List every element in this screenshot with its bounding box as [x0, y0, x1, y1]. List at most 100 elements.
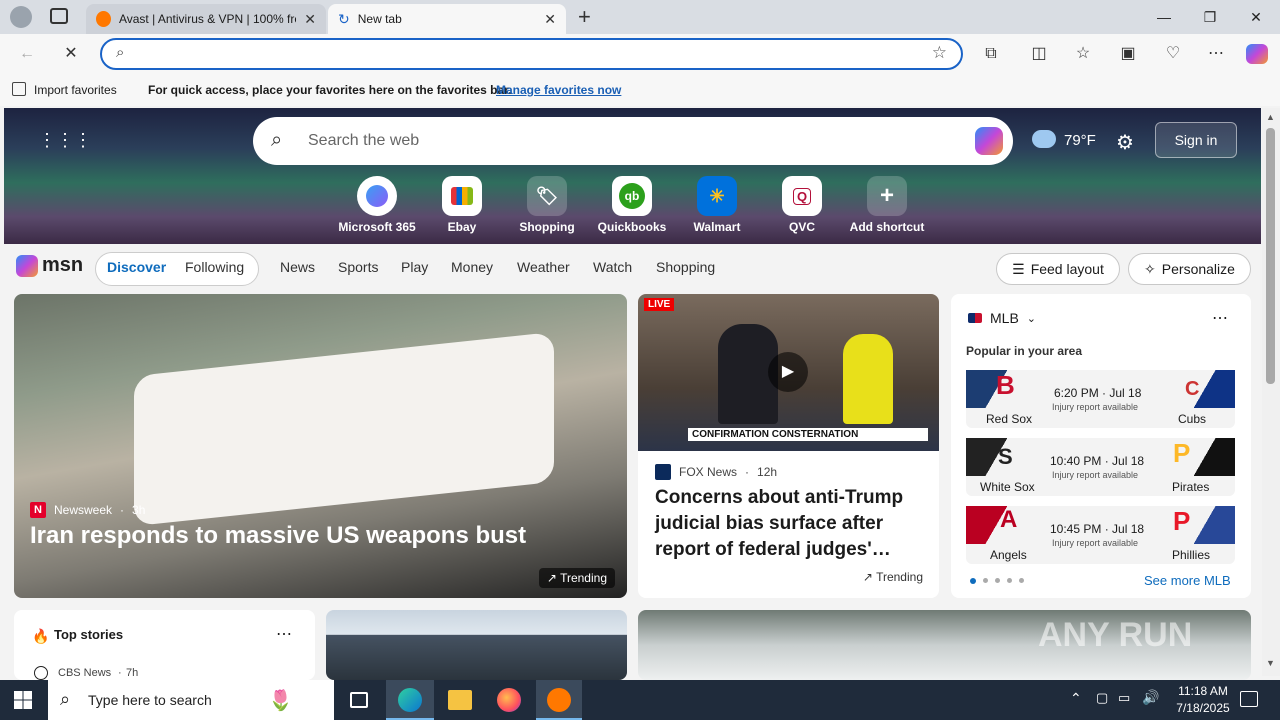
more-icon[interactable]: ⋯	[1203, 42, 1229, 66]
shortcut-qvc[interactable]: Q QVC	[762, 176, 842, 234]
source-age: 12h	[757, 465, 778, 479]
see-more-mlb-link[interactable]: See more MLB	[1144, 573, 1231, 588]
copilot-search-icon[interactable]	[975, 127, 1003, 155]
network-icon[interactable]: ▭	[1118, 690, 1130, 706]
angels-logo-icon: A	[966, 506, 1036, 544]
mlb-logo-icon	[968, 313, 982, 323]
shortcut-ebay[interactable]: Ebay	[422, 176, 502, 234]
close-tab-icon[interactable]: ✕	[544, 11, 556, 28]
task-view-icon[interactable]	[350, 692, 368, 708]
apps-grid-icon[interactable]: ⋮⋮⋮	[38, 131, 92, 151]
shortcut-shopping[interactable]: 🏷 Shopping	[507, 176, 587, 234]
web-search-box[interactable]: ⌕ Search the web	[253, 117, 1013, 165]
msn-logo[interactable]: msn	[16, 254, 83, 277]
source-name: CBS News	[58, 667, 112, 679]
notifications-icon[interactable]	[1240, 691, 1258, 707]
back-icon[interactable]: ←	[14, 42, 40, 66]
nav-sports[interactable]: Sports	[338, 259, 378, 275]
weather-temp[interactable]: 79°F	[1064, 132, 1096, 149]
taskbar-search[interactable]: ⌕ Type here to search 🌷	[48, 680, 334, 720]
collections-icon[interactable]: ▣	[1115, 42, 1141, 66]
game-row[interactable]: B Red Sox 6:20 PM · Jul 18 Injury report…	[966, 370, 1235, 428]
more-options-icon[interactable]: ⋯	[276, 624, 292, 644]
weather-icon[interactable]	[1032, 130, 1056, 148]
card-headline[interactable]: Iran responds to massive US weapons bust	[30, 522, 526, 550]
settings-icon[interactable]: ⚙	[1116, 130, 1134, 155]
feed-layout-button[interactable]: ☰ Feed layout	[996, 253, 1120, 285]
nav-watch[interactable]: Watch	[593, 259, 632, 275]
top-stories-card: 🔥 Top stories ⋯ CBS News · 7h	[14, 610, 315, 680]
scroll-thumb[interactable]	[1266, 128, 1275, 384]
edge-taskbar-icon[interactable]	[386, 680, 434, 720]
news-card-snow-image[interactable]: ANY RUN	[638, 610, 1251, 680]
close-tab-icon[interactable]: ✕	[304, 11, 316, 28]
profile-avatar[interactable]	[10, 6, 32, 28]
tab-new-tab[interactable]: ↻ New tab ✕	[328, 4, 566, 34]
extensions-icon[interactable]: ⧉	[978, 42, 1004, 66]
file-explorer-icon[interactable]	[448, 690, 472, 710]
source-name: Newsweek	[54, 503, 113, 517]
tray-chevron-icon[interactable]: ⌃	[1070, 690, 1082, 707]
restore-icon[interactable]: ❐	[1190, 6, 1230, 28]
firefox-icon[interactable]	[497, 688, 521, 712]
nav-weather[interactable]: Weather	[517, 259, 570, 275]
game-row[interactable]: A Angels 10:45 PM · Jul 18 Injury report…	[966, 506, 1235, 564]
qvc-icon: Q	[782, 176, 822, 216]
start-icon[interactable]	[14, 691, 32, 709]
scroll-up-icon[interactable]: ▲	[1266, 112, 1275, 122]
split-screen-icon[interactable]: ◫	[1026, 42, 1052, 66]
carousel-dots[interactable]	[970, 578, 1024, 584]
favorites-icon[interactable]: ☆	[1070, 42, 1096, 66]
phillies-logo-icon: P	[1165, 506, 1235, 544]
volume-icon[interactable]: 🔊	[1142, 689, 1159, 706]
manage-favorites-link[interactable]: Manage favorites now	[496, 83, 621, 97]
fox-news-card[interactable]: LIVE ▶ CONFIRMATION CONSTERNATION FOX Ne…	[638, 294, 939, 598]
cubs-logo-icon: C	[1165, 370, 1235, 408]
import-favorites-button[interactable]: Import favorites	[34, 83, 117, 97]
personalize-button[interactable]: ✧ Personalize	[1128, 253, 1251, 285]
stop-icon[interactable]: ✕	[58, 42, 84, 66]
feed-layout-label: Feed layout	[1030, 261, 1104, 277]
tab-discover[interactable]: Discover	[107, 259, 166, 275]
clock-time[interactable]: 11:18 AM	[1170, 684, 1236, 698]
tab-following[interactable]: Following	[185, 259, 244, 275]
add-shortcut-button[interactable]: + Add shortcut	[847, 176, 927, 234]
address-bar[interactable]: ⌕ ☆	[100, 38, 963, 70]
favorite-star-icon[interactable]: ☆	[932, 43, 947, 63]
top-stories-title[interactable]: Top stories	[54, 627, 123, 642]
more-options-icon[interactable]: ⋯	[1212, 308, 1228, 328]
shortcut-label: Microsoft 365	[338, 220, 416, 234]
play-icon[interactable]: ▶	[768, 352, 808, 392]
news-card-image[interactable]	[326, 610, 627, 680]
shortcut-walmart[interactable]: ✳ Walmart	[677, 176, 757, 234]
tab-actions-icon[interactable]	[50, 8, 68, 24]
copilot-icon[interactable]	[1246, 44, 1268, 64]
trending-label: Trending	[560, 571, 607, 585]
avast-taskbar-icon[interactable]	[536, 680, 582, 720]
sign-in-button[interactable]: Sign in	[1155, 122, 1237, 158]
nav-play[interactable]: Play	[401, 259, 428, 275]
tray-device-icon[interactable]: ▢	[1096, 690, 1108, 706]
nav-shopping[interactable]: Shopping	[656, 259, 715, 275]
close-window-icon[interactable]: ✕	[1236, 6, 1276, 28]
new-tab-button[interactable]: +	[578, 4, 591, 30]
nav-news[interactable]: News	[280, 259, 315, 275]
hero-news-card[interactable]: N Newsweek · 3h Iran responds to massive…	[14, 294, 627, 598]
browser-essentials-icon[interactable]: ♡	[1160, 42, 1186, 66]
minimize-icon[interactable]: —	[1144, 6, 1184, 28]
nav-money[interactable]: Money	[451, 259, 493, 275]
tab-avast[interactable]: Avast | Antivirus & VPN | 100% fre ✕	[86, 4, 326, 34]
game-time: 10:40 PM · Jul 18	[1050, 454, 1145, 468]
mlb-header[interactable]: MLB ⌄	[968, 310, 1036, 326]
game-row[interactable]: S White Sox 10:40 PM · Jul 18 Injury rep…	[966, 438, 1235, 496]
scrollbar[interactable]: ▲ ▼	[1262, 108, 1280, 676]
scroll-down-icon[interactable]: ▼	[1266, 658, 1275, 668]
favorites-message: For quick access, place your favorites h…	[148, 83, 512, 97]
mlb-title: MLB	[990, 310, 1019, 326]
address-input[interactable]	[146, 43, 906, 65]
shortcut-microsoft-365[interactable]: Microsoft 365	[337, 176, 417, 234]
shortcut-quickbooks[interactable]: qb Quickbooks	[592, 176, 672, 234]
clock-date[interactable]: 7/18/2025	[1170, 701, 1236, 715]
card-headline[interactable]: Concerns about anti-Trump judicial bias …	[655, 485, 925, 563]
fox-icon	[655, 464, 671, 480]
